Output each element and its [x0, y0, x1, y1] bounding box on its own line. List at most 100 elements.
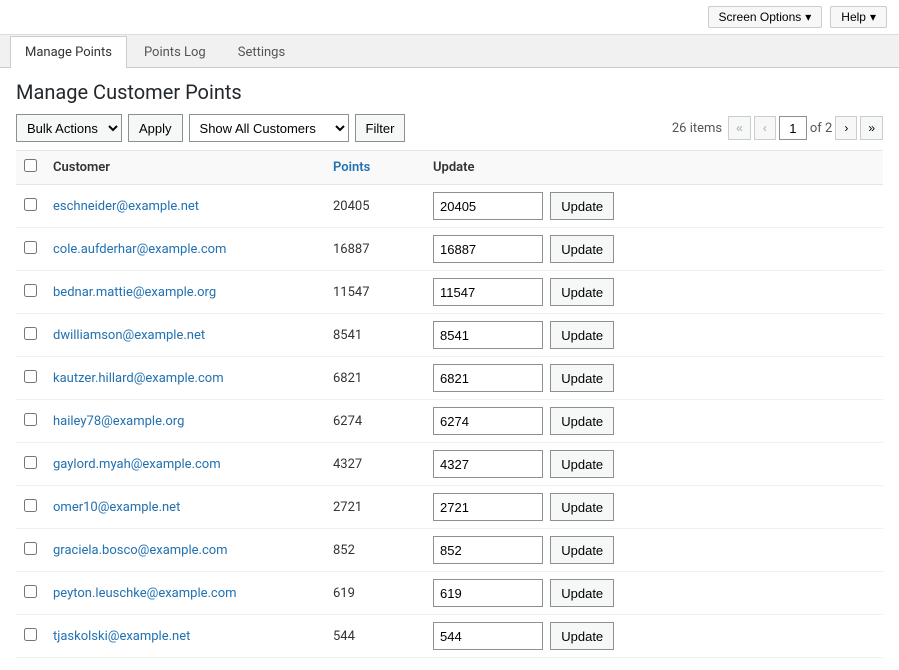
- customer-cell: eschneider@example.net: [45, 185, 325, 228]
- select-all-checkbox[interactable]: [24, 159, 37, 172]
- update-input[interactable]: [433, 321, 543, 349]
- update-input[interactable]: [433, 235, 543, 263]
- update-input[interactable]: [433, 493, 543, 521]
- update-cell: Update: [425, 529, 883, 572]
- update-button[interactable]: Update: [550, 407, 614, 435]
- points-cell: 2721: [325, 486, 425, 529]
- tab-points-log[interactable]: Points Log: [129, 36, 221, 68]
- screen-options-button[interactable]: Screen Options ▾: [708, 6, 823, 28]
- tab-settings[interactable]: Settings: [223, 36, 300, 68]
- update-button[interactable]: Update: [550, 450, 614, 478]
- row-checkbox[interactable]: [24, 585, 37, 598]
- tab-manage-points[interactable]: Manage Points: [10, 36, 127, 68]
- customer-cell: bednar.mattie@example.org: [45, 271, 325, 314]
- update-button[interactable]: Update: [550, 278, 614, 306]
- customers-table: Customer Points Update eschneider@exampl…: [16, 150, 883, 658]
- update-input[interactable]: [433, 278, 543, 306]
- row-checkbox[interactable]: [24, 542, 37, 555]
- customer-cell: dwilliamson@example.net: [45, 314, 325, 357]
- update-input[interactable]: [433, 579, 543, 607]
- help-label: Help: [841, 10, 866, 24]
- toolbar-left: Bulk Actions Apply Show All Customers Fi…: [16, 114, 405, 142]
- update-input[interactable]: [433, 192, 543, 220]
- customer-email-link[interactable]: gaylord.myah@example.com: [53, 457, 221, 472]
- first-page-button[interactable]: «: [728, 116, 751, 140]
- table-row: bednar.mattie@example.org 11547 Update: [16, 271, 883, 314]
- customer-cell: tjaskolski@example.net: [45, 615, 325, 658]
- row-checkbox-cell: [16, 400, 45, 443]
- customer-filter-select[interactable]: Show All Customers: [189, 114, 349, 142]
- points-cell: 6274: [325, 400, 425, 443]
- update-button[interactable]: Update: [550, 622, 614, 650]
- table-row: kautzer.hillard@example.com 6821 Update: [16, 357, 883, 400]
- page-title: Manage Customer Points: [16, 80, 883, 104]
- row-checkbox[interactable]: [24, 198, 37, 211]
- screen-options-label: Screen Options: [719, 10, 802, 24]
- top-bar: Screen Options ▾ Help ▾: [0, 0, 899, 35]
- update-button[interactable]: Update: [550, 321, 614, 349]
- points-header[interactable]: Points: [325, 151, 425, 185]
- row-checkbox-cell: [16, 314, 45, 357]
- update-cell: Update: [425, 271, 883, 314]
- page-number-input[interactable]: [779, 116, 807, 140]
- row-checkbox[interactable]: [24, 241, 37, 254]
- customer-cell: kautzer.hillard@example.com: [45, 357, 325, 400]
- apply-button[interactable]: Apply: [128, 114, 183, 142]
- update-input[interactable]: [433, 407, 543, 435]
- update-cell: Update: [425, 572, 883, 615]
- table-row: tjaskolski@example.net 544 Update: [16, 615, 883, 658]
- points-sort-link[interactable]: Points: [333, 160, 370, 175]
- customer-email-link[interactable]: eschneider@example.net: [53, 199, 199, 214]
- filter-button[interactable]: Filter: [355, 114, 406, 142]
- customer-email-link[interactable]: kautzer.hillard@example.com: [53, 371, 224, 386]
- update-input[interactable]: [433, 536, 543, 564]
- help-button[interactable]: Help ▾: [830, 6, 887, 28]
- points-cell: 11547: [325, 271, 425, 314]
- update-button[interactable]: Update: [550, 192, 614, 220]
- row-checkbox-cell: [16, 357, 45, 400]
- chevron-down-icon: ▾: [805, 10, 811, 24]
- row-checkbox[interactable]: [24, 327, 37, 340]
- row-checkbox-cell: [16, 185, 45, 228]
- update-button[interactable]: Update: [550, 579, 614, 607]
- table-row: cole.aufderhar@example.com 16887 Update: [16, 228, 883, 271]
- customer-email-link[interactable]: bednar.mattie@example.org: [53, 285, 216, 300]
- update-input[interactable]: [433, 364, 543, 392]
- customer-email-link[interactable]: graciela.bosco@example.com: [53, 543, 228, 558]
- points-cell: 544: [325, 615, 425, 658]
- row-checkbox[interactable]: [24, 456, 37, 469]
- update-button[interactable]: Update: [550, 364, 614, 392]
- table-header-row: Customer Points Update: [16, 151, 883, 185]
- customer-email-link[interactable]: tjaskolski@example.net: [53, 629, 190, 644]
- bulk-actions-select[interactable]: Bulk Actions: [16, 114, 122, 142]
- select-all-header: [16, 151, 45, 185]
- customer-email-link[interactable]: cole.aufderhar@example.com: [53, 242, 226, 257]
- update-button[interactable]: Update: [550, 536, 614, 564]
- row-checkbox[interactable]: [24, 284, 37, 297]
- update-input[interactable]: [433, 622, 543, 650]
- customer-email-link[interactable]: hailey78@example.org: [53, 414, 184, 429]
- update-cell: Update: [425, 185, 883, 228]
- customer-email-link[interactable]: dwilliamson@example.net: [53, 328, 205, 343]
- last-page-button[interactable]: »: [860, 116, 883, 140]
- row-checkbox[interactable]: [24, 413, 37, 426]
- points-cell: 6821: [325, 357, 425, 400]
- row-checkbox-cell: [16, 443, 45, 486]
- customer-email-link[interactable]: peyton.leuschke@example.com: [53, 586, 237, 601]
- customer-email-link[interactable]: omer10@example.net: [53, 500, 180, 515]
- table-row: dwilliamson@example.net 8541 Update: [16, 314, 883, 357]
- update-cell: Update: [425, 400, 883, 443]
- pagination: « ‹ of 2 › »: [728, 116, 883, 140]
- table-row: eschneider@example.net 20405 Update: [16, 185, 883, 228]
- table-row: hailey78@example.org 6274 Update: [16, 400, 883, 443]
- row-checkbox[interactable]: [24, 628, 37, 641]
- update-cell: Update: [425, 486, 883, 529]
- update-input[interactable]: [433, 450, 543, 478]
- update-cell: Update: [425, 314, 883, 357]
- update-button[interactable]: Update: [550, 235, 614, 263]
- prev-page-button[interactable]: ‹: [754, 116, 776, 140]
- next-page-button[interactable]: ›: [835, 116, 857, 140]
- update-button[interactable]: Update: [550, 493, 614, 521]
- row-checkbox[interactable]: [24, 370, 37, 383]
- chevron-down-icon-help: ▾: [870, 10, 876, 24]
